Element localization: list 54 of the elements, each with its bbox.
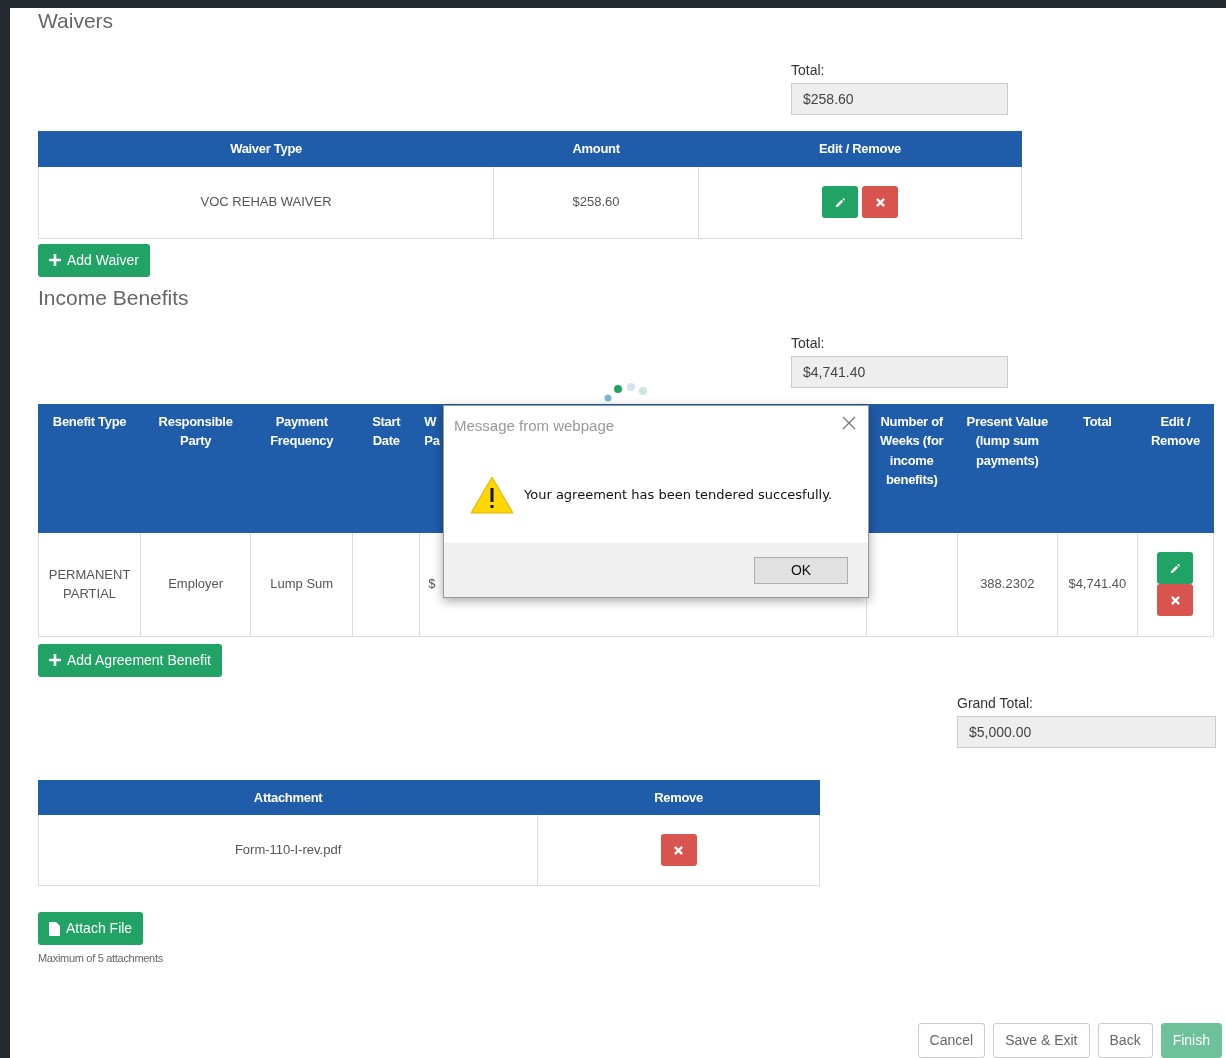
table-cell: Employer [140, 532, 251, 636]
footer-button[interactable]: Save & Exit [993, 1023, 1090, 1058]
total-label: Total: [791, 61, 826, 80]
section-title: Income Benefits [38, 284, 189, 311]
add-waiver-button[interactable]: Add Waiver [38, 243, 150, 277]
total-label: Total: [791, 333, 826, 353]
column-header: Number of Weeks (for income benefits) [880, 413, 944, 487]
remove-button[interactable] [862, 186, 898, 218]
dialog-title: Message from webpage [453, 416, 616, 436]
column-header: Payment Frequency [270, 413, 334, 448]
file-icon [49, 921, 60, 936]
column-header: Edit / Remove [1151, 413, 1200, 448]
column-header: Benefit Type [52, 413, 127, 429]
add-benefit-button[interactable]: Add Agreement Benefit [38, 643, 222, 677]
total-field: $4,741.40 [791, 355, 1008, 388]
table-cell: $258.60 [493, 166, 699, 238]
column-header: Waiver Type [230, 141, 302, 156]
table-cell: Form-110-I-rev.pdf [38, 814, 538, 886]
table-cell: Lump Sum [250, 532, 353, 636]
column-header: Start Date [372, 413, 401, 448]
pencil-icon [834, 196, 846, 208]
close-icon [674, 845, 684, 855]
attach-file-button[interactable]: Attach File [38, 912, 144, 945]
warning-icon [470, 474, 514, 515]
table-cell: VOC REHAB WAIVER [38, 166, 494, 238]
column-header: Amount [572, 141, 620, 156]
total-label: Grand Total: [957, 693, 1034, 713]
column-header: Attachment [253, 789, 323, 805]
column-header: Responsible Party [158, 413, 233, 448]
column-header: W Pa [424, 412, 441, 450]
note-text: Maximum of 5 attachments [38, 951, 163, 966]
edit-button[interactable] [822, 186, 858, 218]
ok-button[interactable]: OK [754, 556, 848, 584]
footer-button[interactable]: Back [1097, 1023, 1153, 1058]
plus-icon [49, 254, 61, 266]
table-cell: $4,741.40 [1057, 532, 1138, 636]
remove-button[interactable] [1157, 584, 1194, 616]
total-field: $5,000.00 [957, 715, 1216, 748]
remove-button[interactable] [660, 834, 697, 866]
plus-icon [49, 654, 61, 666]
table-cell: PERMANENT PARTIAL [38, 532, 141, 636]
column-header: Remove [654, 789, 703, 805]
close-icon [1170, 595, 1180, 605]
pencil-icon [1169, 562, 1181, 574]
footer-button[interactable]: Cancel [917, 1023, 986, 1058]
column-header: Edit / Remove [818, 141, 902, 156]
column-header: Total [1083, 413, 1112, 429]
section-title: Waivers [38, 8, 114, 34]
dialog-message: Your agreement has been tendered succesfully. [524, 486, 833, 504]
close-icon [875, 197, 885, 207]
column-header: Present Value (lump sum payments) [966, 413, 1048, 468]
edit-button[interactable] [1157, 552, 1194, 584]
total-field: $258.60 [791, 83, 1008, 115]
table-cell: 388.2302 [957, 532, 1058, 636]
